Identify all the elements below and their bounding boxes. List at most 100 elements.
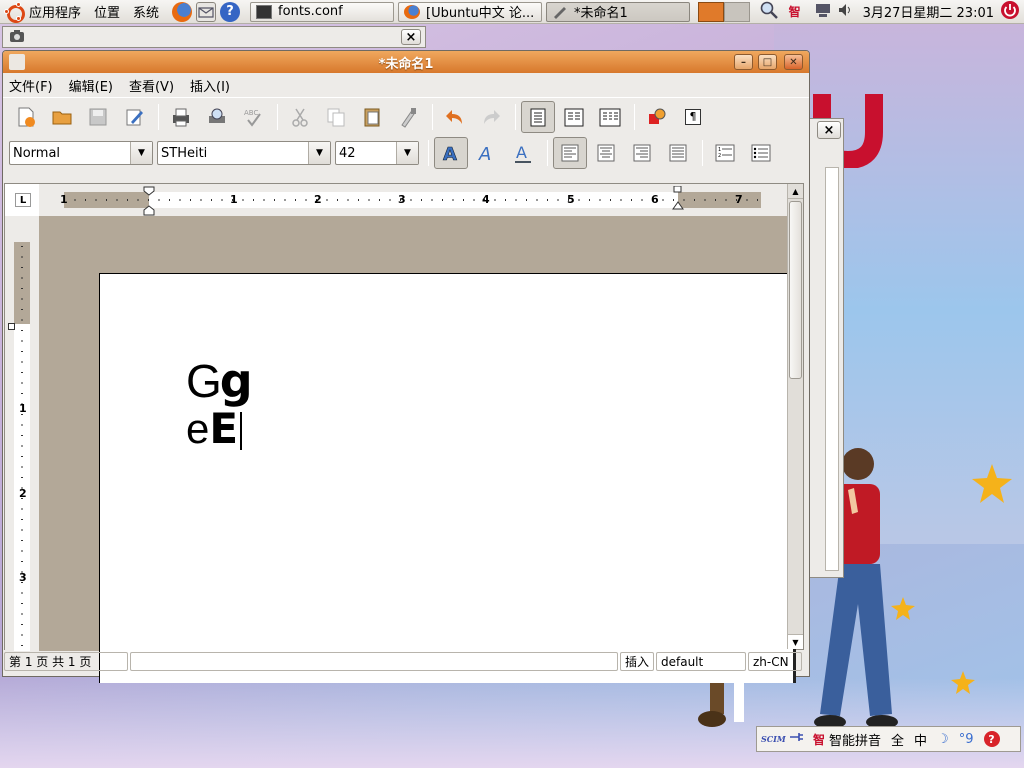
open-button[interactable] xyxy=(45,101,79,133)
numbering-button[interactable]: 12 xyxy=(708,137,742,169)
ruler-tick xyxy=(21,624,23,625)
menu-places[interactable]: 位置 xyxy=(94,2,120,21)
minimize-button[interactable]: – xyxy=(734,54,753,70)
ruler-tick xyxy=(21,456,23,457)
two-column-view-button[interactable] xyxy=(557,101,591,133)
new-document-button[interactable] xyxy=(9,101,43,133)
align-right-button[interactable] xyxy=(625,137,659,169)
scroll-thumb[interactable] xyxy=(789,201,802,379)
pin-icon[interactable] xyxy=(789,730,805,748)
workspace-1[interactable] xyxy=(698,1,725,22)
network-icon[interactable] xyxy=(815,2,831,21)
menu-insert[interactable]: 插入(I) xyxy=(190,76,230,95)
redo-button[interactable] xyxy=(474,101,508,133)
spellcheck-button[interactable]: ABC xyxy=(236,101,270,133)
ruler-tick xyxy=(274,199,275,201)
scim-tray-icon[interactable]: 智 xyxy=(789,3,801,20)
ruler-tick xyxy=(21,309,23,310)
paragraph-style-select[interactable]: Normal ▼ xyxy=(9,141,153,165)
page-count: 第 1 页 共 1 页 xyxy=(4,652,128,671)
font-size-select[interactable]: 42 ▼ xyxy=(335,141,419,165)
scroll-down-button[interactable]: ▼ xyxy=(788,634,803,649)
punctuation-toggle[interactable]: °9 xyxy=(959,732,974,747)
document-area: L 1 1 2 3 4 5 6 7 1 2 3 Gg eE ▲ ▼ xyxy=(4,183,804,683)
ubuntu-logo-icon[interactable] xyxy=(4,1,25,23)
vertical-ruler[interactable]: 1 2 3 xyxy=(5,216,39,651)
ruler-tick xyxy=(326,199,328,201)
clone-formatting-button[interactable] xyxy=(391,101,425,133)
bold-button[interactable]: A xyxy=(434,137,468,169)
chevron-down-icon[interactable]: ▼ xyxy=(130,142,152,164)
indent-marker-icon[interactable] xyxy=(143,186,155,216)
print-button[interactable] xyxy=(164,101,198,133)
scroll-up-button[interactable]: ▲ xyxy=(788,184,803,199)
single-page-view-button[interactable] xyxy=(521,100,555,133)
clock[interactable]: 3月27日星期二 23:01 xyxy=(863,2,994,21)
three-column-view-button[interactable] xyxy=(593,101,627,133)
language[interactable]: zh-CN xyxy=(748,652,802,671)
page-style[interactable]: default xyxy=(656,652,746,671)
ruler-tick xyxy=(620,199,622,201)
ruler-corner-tab-icon[interactable]: L xyxy=(15,193,31,207)
chevron-down-icon[interactable]: ▼ xyxy=(396,142,418,164)
edit-file-button[interactable] xyxy=(117,101,151,133)
maximize-button[interactable]: □ xyxy=(758,54,777,70)
italic-button[interactable]: A xyxy=(470,137,504,169)
horizontal-ruler[interactable]: 1 1 2 3 4 5 6 7 xyxy=(39,184,789,216)
ruler-tick xyxy=(421,199,422,201)
input-method-name[interactable]: 智能拼音 xyxy=(829,730,881,749)
vertical-scrollbar[interactable]: ▲ ▼ xyxy=(787,184,803,649)
bullets-button[interactable] xyxy=(744,137,778,169)
firefox-launcher-icon[interactable] xyxy=(172,1,193,22)
full-width-toggle[interactable]: 全 xyxy=(891,730,904,749)
menu-applications[interactable]: 应用程序 xyxy=(29,2,81,21)
chevron-down-icon[interactable]: ▼ xyxy=(308,142,330,164)
ruler-marker-icon[interactable] xyxy=(8,323,15,330)
formatting-marks-button[interactable]: ¶ xyxy=(676,101,710,133)
chinese-mode-toggle[interactable]: 中 xyxy=(914,730,927,749)
copy-button[interactable] xyxy=(319,101,353,133)
close-button[interactable]: × xyxy=(817,121,841,139)
taskbar-item-ubuntu-forum[interactable]: [Ubuntu中文 论... xyxy=(398,1,543,22)
print-preview-button[interactable] xyxy=(200,101,234,133)
scim-logo-icon[interactable]: SCIM xyxy=(761,735,786,743)
align-left-button[interactable] xyxy=(553,137,587,169)
help-icon[interactable]: ? xyxy=(983,731,1000,747)
insert-mode[interactable]: 插入 xyxy=(620,652,654,671)
ruler-tick xyxy=(526,199,527,201)
taskbar-item-fonts-conf[interactable]: fonts.conf xyxy=(250,1,395,22)
align-center-button[interactable] xyxy=(589,137,623,169)
help-launcher-icon[interactable]: ? xyxy=(220,1,241,22)
right-indent-marker-icon[interactable] xyxy=(672,186,684,216)
close-button[interactable]: ✕ xyxy=(784,54,803,70)
menu-file[interactable]: 文件(F) xyxy=(9,76,53,95)
menu-system[interactable]: 系统 xyxy=(133,2,159,21)
font-name-select[interactable]: STHeiti ▼ xyxy=(157,141,331,165)
volume-icon[interactable] xyxy=(837,2,853,21)
email-launcher-icon[interactable] xyxy=(196,1,217,22)
underline-button[interactable]: A xyxy=(506,137,540,169)
text-cursor xyxy=(240,412,242,450)
workspace-switcher[interactable] xyxy=(698,1,751,22)
close-button[interactable]: × xyxy=(401,29,421,45)
insert-shapes-button[interactable] xyxy=(640,101,674,133)
window-menu-icon[interactable] xyxy=(9,54,25,70)
power-icon[interactable] xyxy=(1000,0,1020,23)
undo-button[interactable] xyxy=(438,101,472,133)
ruler-tick xyxy=(21,382,23,384)
menu-edit[interactable]: 编辑(E) xyxy=(69,76,113,95)
document-text[interactable]: Gg eE xyxy=(186,356,253,452)
search-icon[interactable] xyxy=(759,0,779,23)
ruler-tick xyxy=(746,199,748,201)
save-button[interactable] xyxy=(81,101,115,133)
cut-button[interactable] xyxy=(283,101,317,133)
paste-button[interactable] xyxy=(355,101,389,133)
justify-button[interactable] xyxy=(661,137,695,169)
ruler-tick xyxy=(169,199,170,201)
taskbar-item-writer[interactable]: *未命名1 xyxy=(546,1,691,22)
window-titlebar[interactable]: *未命名1 – □ ✕ xyxy=(3,51,809,73)
moon-icon[interactable]: ☽ xyxy=(937,732,949,747)
workspace-2[interactable] xyxy=(724,1,751,22)
document-page[interactable]: Gg eE xyxy=(99,273,796,683)
menu-view[interactable]: 查看(V) xyxy=(129,76,174,95)
